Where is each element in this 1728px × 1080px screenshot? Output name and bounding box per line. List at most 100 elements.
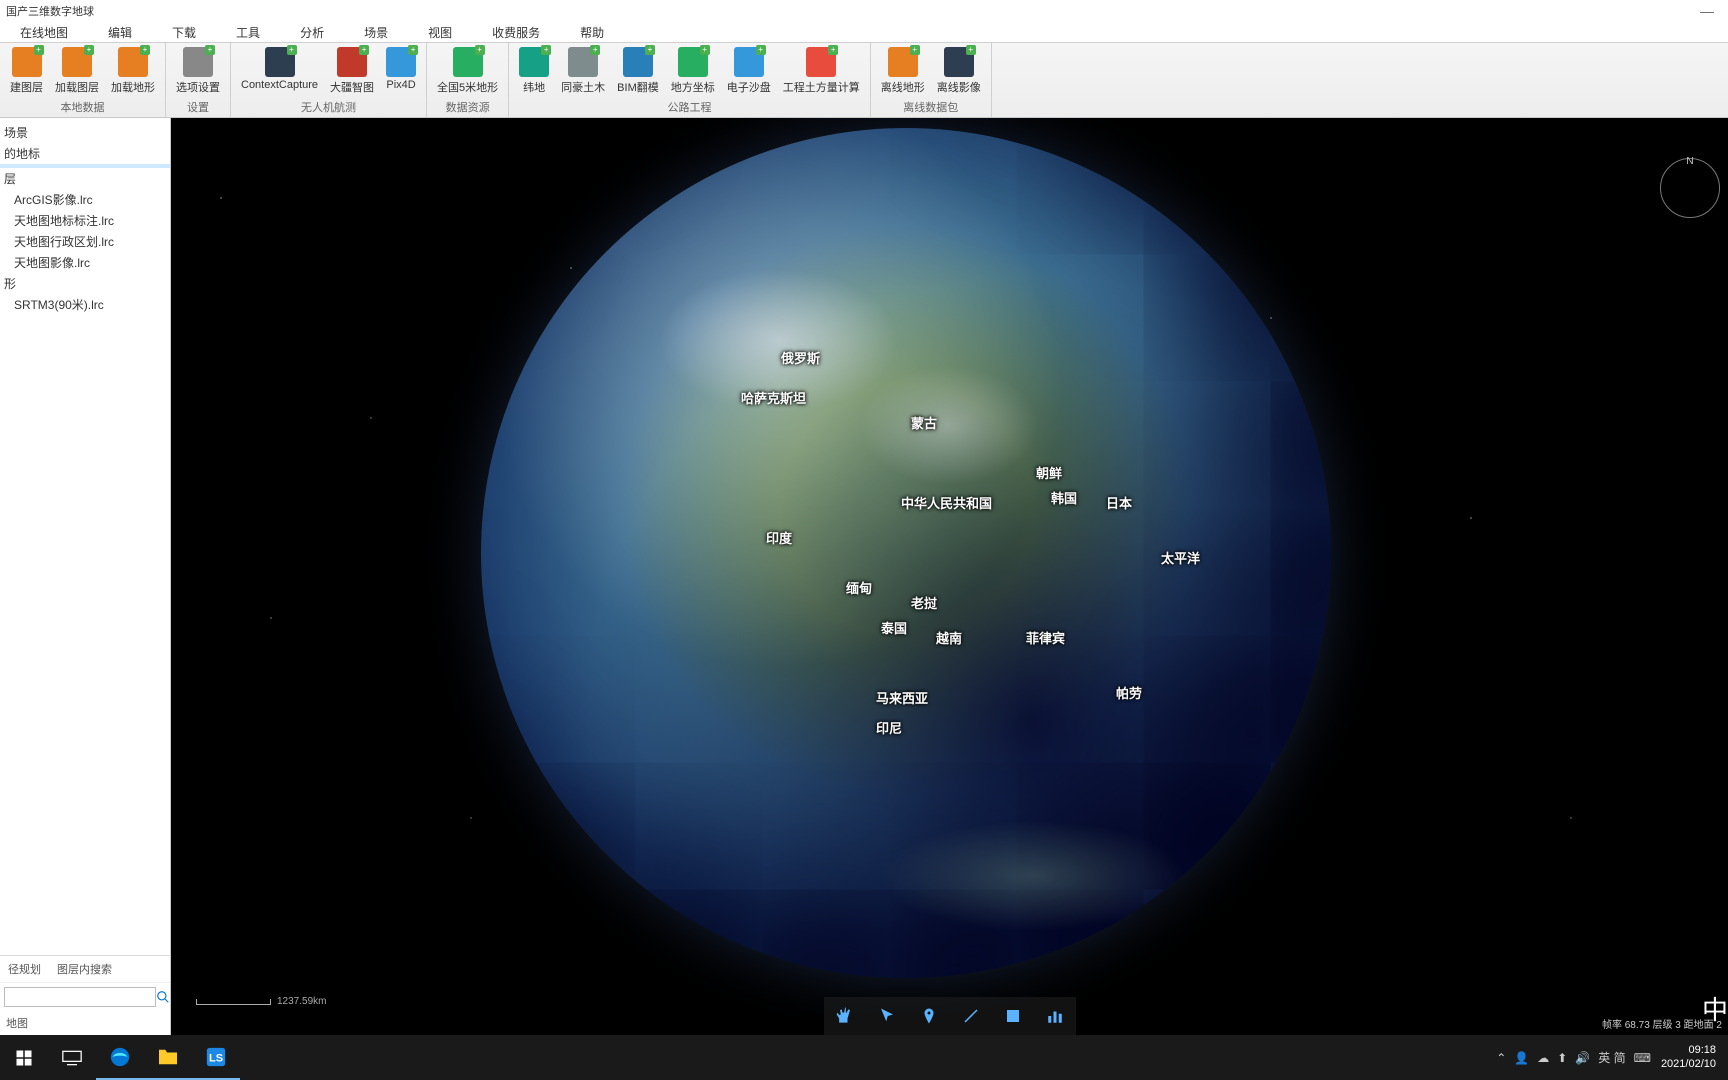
- ribbon: +建图层+加载图层+加载地形本地数据+选项设置设置+ContextCapture…: [0, 43, 1728, 118]
- tree-node[interactable]: 形: [0, 273, 170, 294]
- map-label: 缅甸: [846, 578, 872, 597]
- tree-node[interactable]: 天地图地标标注.lrc: [0, 210, 170, 231]
- map-label: 日本: [1106, 493, 1132, 512]
- tree-node[interactable]: SRTM3(90米).lrc: [0, 294, 170, 315]
- ribbon-offline-image[interactable]: + 离线影像: [931, 45, 987, 97]
- new-layer-label: 建图层: [10, 79, 43, 95]
- minimize-button[interactable]: —: [1692, 3, 1722, 17]
- ribbon-load-terrain[interactable]: +加载地形: [105, 45, 161, 97]
- load-terrain-label: 加载地形: [111, 79, 155, 95]
- network-icon[interactable]: ⬆: [1557, 1051, 1567, 1065]
- menu-工具[interactable]: 工具: [216, 20, 280, 42]
- ribbon-group-无人机航测: +ContextCapture+大疆智图+Pix4D无人机航测: [231, 43, 427, 117]
- line-tool[interactable]: [950, 997, 992, 1035]
- offline-image-label: 离线影像: [937, 79, 981, 95]
- weidi-icon: +: [519, 47, 549, 77]
- map-label: 老挝: [911, 593, 937, 612]
- start-button[interactable]: [0, 1035, 48, 1080]
- contextcapture-icon: +: [265, 47, 295, 77]
- contextcapture-label: ContextCapture: [241, 79, 318, 91]
- group-label: 数据资源: [446, 97, 490, 117]
- local-coord-icon: +: [678, 47, 708, 77]
- ribbon-earthwork[interactable]: +工程土方量计算: [777, 45, 866, 97]
- ribbon-national-5m[interactable]: +全国5米地形: [431, 45, 504, 97]
- ribbon-dji-map[interactable]: +大疆智图: [324, 45, 380, 97]
- menu-在线地图[interactable]: 在线地图: [0, 20, 88, 42]
- keyboard-icon[interactable]: ⌨: [1634, 1051, 1651, 1065]
- map-label: 越南: [936, 628, 962, 647]
- menu-编辑[interactable]: 编辑: [88, 20, 152, 42]
- offline-terrain-label: 离线地形: [881, 79, 925, 95]
- ribbon-load-layer[interactable]: +加载图层: [49, 45, 105, 97]
- menu-视图[interactable]: 视图: [408, 20, 472, 42]
- sidebar-tab-径规划[interactable]: 径规划: [0, 956, 49, 982]
- sidebar-tabs: 径规划图层内搜索: [0, 955, 170, 982]
- ime-tray[interactable]: 英 简: [1598, 1049, 1625, 1066]
- ribbon-options[interactable]: +选项设置: [170, 45, 226, 97]
- ribbon-contextcapture[interactable]: + ContextCapture: [235, 45, 324, 97]
- search-input[interactable]: [4, 987, 156, 1007]
- pix4d-label: Pix4D: [386, 79, 415, 91]
- offline-image-icon: +: [944, 47, 974, 77]
- ribbon-bim-model[interactable]: + BIM翻模: [611, 45, 665, 97]
- tree-node[interactable]: 的地标: [0, 143, 170, 164]
- menu-下载[interactable]: 下载: [152, 20, 216, 42]
- clock[interactable]: 09:18 2021/02/10: [1661, 1044, 1716, 1072]
- compass-widget[interactable]: [1660, 158, 1720, 218]
- ribbon-local-coord[interactable]: +地方坐标: [665, 45, 721, 97]
- volume-icon[interactable]: 🔊: [1575, 1051, 1590, 1065]
- menu-收费服务[interactable]: 收费服务: [472, 20, 560, 42]
- ribbon-pix4d[interactable]: + Pix4D: [380, 45, 422, 97]
- earthwork-label: 工程土方量计算: [783, 79, 860, 95]
- menu-分析[interactable]: 分析: [280, 20, 344, 42]
- bim-model-label: BIM翻模: [617, 79, 659, 95]
- menu-场景[interactable]: 场景: [344, 20, 408, 42]
- chart-tool[interactable]: [1034, 997, 1076, 1035]
- tray-icons[interactable]: ⌃ 👤 ☁ ⬆ 🔊 英 简 ⌨: [1496, 1049, 1651, 1066]
- map-label: 马来西亚: [876, 688, 928, 707]
- offline-terrain-icon: +: [888, 47, 918, 77]
- taskview-button[interactable]: [48, 1035, 96, 1080]
- explorer-button[interactable]: [144, 1035, 192, 1080]
- edge-button[interactable]: [96, 1035, 144, 1080]
- pin-tool[interactable]: [908, 997, 950, 1035]
- tree-node[interactable]: 天地图影像.lrc: [0, 252, 170, 273]
- map-label: 太平洋: [1161, 548, 1200, 567]
- onedrive-icon[interactable]: ☁: [1537, 1051, 1549, 1065]
- ribbon-group-数据资源: +全国5米地形数据资源: [427, 43, 509, 117]
- pan-tool[interactable]: [824, 997, 866, 1035]
- select-tool[interactable]: [866, 997, 908, 1035]
- map-label: 中华人民共和国: [901, 493, 992, 512]
- group-label: 公路工程: [667, 97, 711, 117]
- tree-node[interactable]: 天地图行政区划.lrc: [0, 231, 170, 252]
- globe[interactable]: 中华人民共和国蒙古朝鲜韩国日本印度缅甸泰国老挝越南菲律宾马来西亚印尼太平洋帕劳俄…: [481, 128, 1331, 978]
- ribbon-new-layer[interactable]: + 建图层: [4, 45, 49, 97]
- ribbon-tonghao[interactable]: +同豪土木: [555, 45, 611, 97]
- globe-viewport[interactable]: 中华人民共和国蒙古朝鲜韩国日本印度缅甸泰国老挝越南菲律宾马来西亚印尼太平洋帕劳俄…: [171, 118, 1728, 1035]
- ribbon-sandbox[interactable]: +电子沙盘: [721, 45, 777, 97]
- new-layer-icon: +: [12, 47, 42, 77]
- workspace: 场景的地标层ArcGIS影像.lrc天地图地标标注.lrc天地图行政区划.lrc…: [0, 118, 1728, 1035]
- map-label: 地图: [0, 1011, 170, 1035]
- tree-node[interactable]: 场景: [0, 122, 170, 143]
- load-layer-icon: +: [62, 47, 92, 77]
- app-icon: LS: [205, 1046, 227, 1068]
- sidebar: 场景的地标层ArcGIS影像.lrc天地图地标标注.lrc天地图行政区划.lrc…: [0, 118, 171, 1035]
- search-button[interactable]: [156, 987, 170, 1007]
- pix4d-icon: +: [386, 47, 416, 77]
- ribbon-weidi[interactable]: +纬地: [513, 45, 555, 97]
- people-icon[interactable]: 👤: [1514, 1051, 1529, 1065]
- tree-node[interactable]: 层: [0, 168, 170, 189]
- app-button[interactable]: LS: [192, 1035, 240, 1080]
- menu-帮助[interactable]: 帮助: [560, 20, 624, 42]
- bim-model-icon: +: [623, 47, 653, 77]
- chevron-up-icon[interactable]: ⌃: [1496, 1051, 1506, 1065]
- map-label: 帕劳: [1116, 683, 1142, 702]
- tree-node[interactable]: ArcGIS影像.lrc: [0, 189, 170, 210]
- app-title: 国产三维数字地球: [6, 3, 94, 17]
- sandbox-label: 电子沙盘: [727, 79, 771, 95]
- sidebar-tab-图层内搜索[interactable]: 图层内搜索: [49, 956, 120, 982]
- options-icon: +: [183, 47, 213, 77]
- ribbon-offline-terrain[interactable]: + 离线地形: [875, 45, 931, 97]
- rect-tool[interactable]: [992, 997, 1034, 1035]
